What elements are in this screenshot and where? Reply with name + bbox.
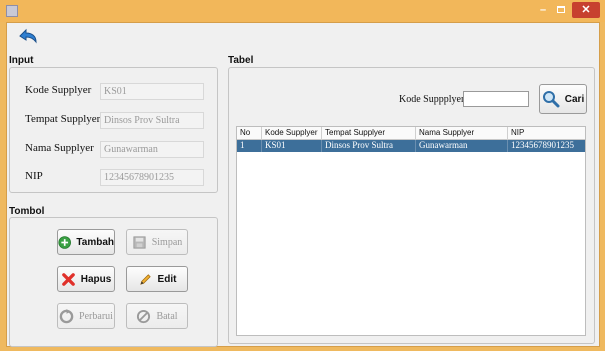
search-label: Kode Suppplyer [399,94,465,105]
close-button[interactable]: ✕ [572,2,600,18]
table-cell: Gunawarman [416,140,508,152]
tambah-button[interactable]: Tambah [57,229,115,255]
supplier-table[interactable]: No Kode Supplyer Tempat Supplyer Nama Su… [236,126,586,336]
column-header[interactable]: Nama Supplyer [416,127,508,140]
batal-label: Batal [156,310,178,322]
kode-supplyer-label: Kode Supplyer [25,84,92,96]
table-cell: 1 [237,140,262,152]
edit-button[interactable]: Edit [126,266,188,292]
add-icon [58,235,71,249]
maximize-button[interactable] [553,2,569,18]
back-button[interactable] [17,27,39,47]
kode-supplyer-field[interactable]: KS01 [100,83,204,100]
edit-label: Edit [157,273,177,285]
table-cell: Dinsos Prov Sultra [322,140,416,152]
main-content: Input Kode Supplyer KS01 Tempat Supplyer… [6,22,600,347]
table-cell: 12345678901235 [511,140,574,150]
nip-label: NIP [25,170,43,182]
search-icon [542,91,560,108]
app-window: – ✕ Input Kode Supplyer KS01 Tempat Supp… [0,0,605,351]
column-header[interactable]: No [237,127,262,140]
nip-field[interactable]: 12345678901235 [100,169,204,186]
simpan-button[interactable]: Simpan [126,229,188,255]
refresh-icon [59,308,74,323]
tambah-label: Tambah [76,236,114,248]
tempat-supplyer-field[interactable]: Dinsos Prov Sultra [100,112,204,129]
simpan-label: Simpan [151,236,183,248]
batal-button[interactable]: Batal [126,303,188,329]
delete-icon [61,272,75,286]
cancel-icon [137,309,151,323]
table-row[interactable]: 1 KS01 Dinsos Prov Sultra Gunawarman 123… [237,140,585,152]
table-header: No Kode Supplyer Tempat Supplyer Nama Su… [237,127,585,140]
table-cell: KS01 [262,140,322,152]
input-group-label: Input [9,55,34,66]
perbarui-button[interactable]: Perbarui [57,303,115,329]
column-header[interactable]: Kode Supplyer [262,127,322,140]
nama-supplyer-label: Nama Supplyer [25,142,94,154]
save-icon [133,235,146,249]
maximize-icon [557,6,565,13]
cari-label: Cari [564,93,585,105]
minimize-button[interactable]: – [535,2,551,18]
tabel-group-label: Tabel [228,55,254,66]
tempat-supplyer-label: Tempat Supplyer [25,113,101,125]
column-header[interactable]: NIP [508,127,585,140]
back-arrow-icon [19,28,37,44]
cari-button[interactable]: Cari [539,84,587,114]
search-input[interactable] [463,91,529,107]
title-bar: – ✕ [0,0,605,22]
tombol-group-label: Tombol [9,206,45,217]
hapus-label: Hapus [80,273,112,285]
pencil-icon [139,273,151,285]
column-header[interactable]: Tempat Supplyer [322,127,416,140]
nama-supplyer-field[interactable]: Gunawarman [100,141,204,158]
app-icon [6,5,18,17]
perbarui-label: Perbarui [79,310,113,322]
hapus-button[interactable]: Hapus [57,266,115,292]
